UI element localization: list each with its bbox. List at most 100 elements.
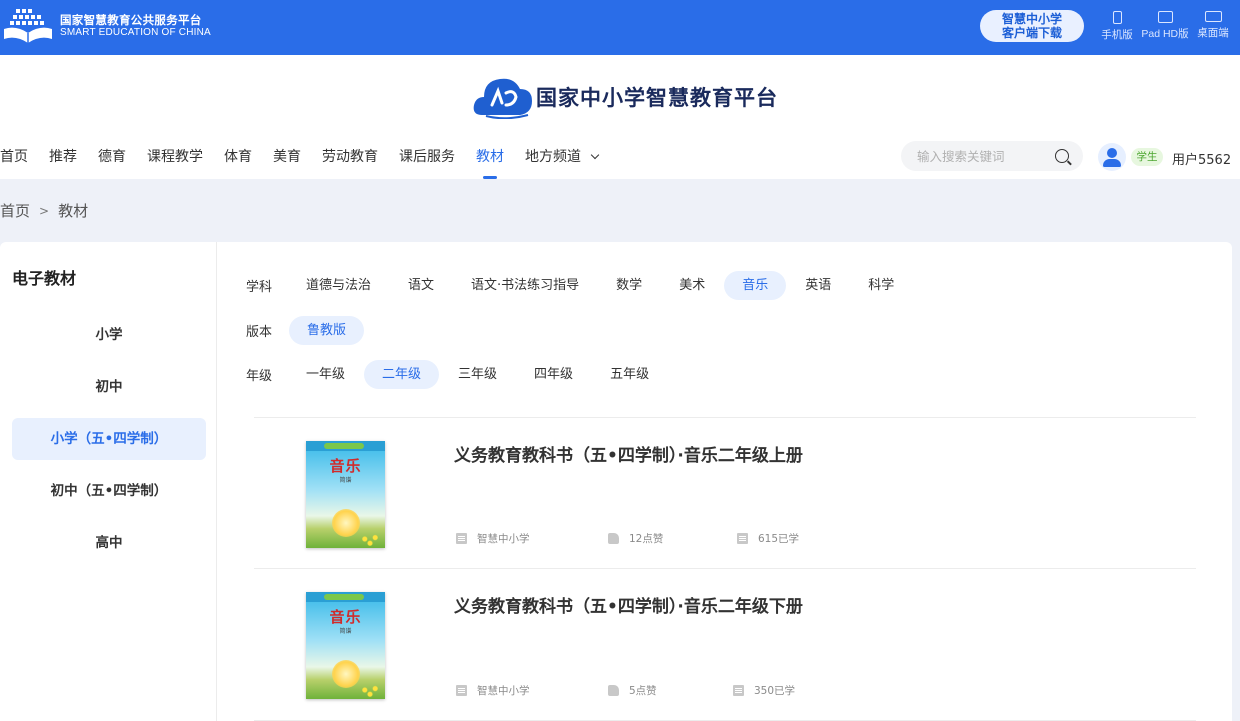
textbook-panel: 电子教材 小学 初中 小学（五•四学制） 初中（五•四学制） 高中 学科 道德与…	[0, 242, 1232, 721]
book-cover[interactable]: 音乐 简谱	[306, 592, 385, 699]
nav-labor[interactable]: 劳动教育	[322, 137, 378, 179]
nav-local-channel[interactable]: 地方频道	[525, 137, 600, 179]
likes-text: 12点赞	[629, 533, 664, 545]
cover-subtitle: 简谱	[339, 628, 352, 635]
grade-chip-3[interactable]: 三年级	[440, 360, 515, 389]
breadcrumb-current: 教材	[58, 202, 89, 220]
book-publisher: 智慧中小学	[456, 531, 530, 546]
learned-text: 615已学	[758, 533, 800, 545]
grade-chip-4[interactable]: 四年级	[516, 360, 591, 389]
edition-filter-row: 版本 鲁教版	[246, 315, 365, 345]
publisher-text: 智慧中小学	[477, 685, 530, 697]
book-cover[interactable]: 音乐 简谱	[306, 441, 385, 548]
nav-local-channel-label: 地方频道	[525, 149, 581, 165]
search-box	[901, 141, 1083, 171]
laptop-icon	[1204, 11, 1222, 22]
flowers-illustration	[357, 532, 383, 546]
cover-strip	[306, 592, 385, 602]
desktop-version-label: 桌面端	[1197, 27, 1229, 39]
likes-text: 5点赞	[629, 685, 657, 697]
main-nav: 首页 推荐 德育 课程教学 体育 美育 劳动教育 课后服务 教材 地方频道	[0, 137, 619, 179]
subject-chip-moral-law[interactable]: 道德与法治	[294, 271, 389, 300]
book-publisher: 智慧中小学	[456, 683, 530, 698]
grade-filter-row: 年级 一年级 二年级 三年级 四年级 五年级	[246, 359, 668, 389]
breadcrumb-separator: >	[39, 203, 50, 218]
sidebar: 电子教材 小学 初中 小学（五•四学制） 初中（五•四学制） 高中	[0, 242, 217, 721]
nav-sports[interactable]: 体育	[224, 137, 252, 179]
subject-chip-music[interactable]: 音乐	[724, 270, 787, 300]
mobile-version-label: 手机版	[1101, 29, 1133, 41]
sidebar-item-primary[interactable]: 小学	[12, 314, 206, 356]
book-title[interactable]: 义务教育教科书（五•四学制）·音乐二年级上册	[454, 441, 803, 466]
nav-textbook[interactable]: 教材	[476, 137, 504, 179]
learned-text: 350已学	[754, 685, 796, 697]
sun-illustration	[332, 660, 360, 688]
book-learned: 350已学	[733, 683, 795, 698]
download-line-1: 智慧中小学	[1001, 12, 1062, 26]
client-download-button[interactable]: 智慧中小学 客户端下载	[980, 10, 1084, 42]
phone-icon	[1112, 11, 1122, 24]
platform-brand[interactable]: 国家中小学智慧教育平台	[472, 75, 778, 120]
sidebar-item-junior-54[interactable]: 初中（五•四学制）	[12, 470, 206, 512]
open-book-logo-icon	[2, 7, 54, 45]
subject-chip-science[interactable]: 科学	[850, 271, 912, 300]
cover-subtitle: 简谱	[339, 477, 352, 484]
username[interactable]: 用户5562	[1172, 149, 1231, 168]
grade-chip-2[interactable]: 二年级	[364, 359, 440, 389]
sidebar-item-junior[interactable]: 初中	[12, 366, 206, 408]
sidebar-title: 电子教材	[12, 269, 77, 288]
smart-education-logo[interactable]: 国家智慧教育公共服务平台 SMART EDUCATION OF CHINA	[2, 7, 211, 45]
pad-version-label: Pad HD版	[1141, 28, 1189, 40]
grade-chip-5[interactable]: 五年级	[592, 360, 667, 389]
download-line-2: 客户端下载	[1001, 26, 1062, 40]
breadcrumb: 首页 > 教材	[0, 200, 88, 221]
pad-version-link[interactable]: Pad HD版	[1138, 11, 1192, 41]
checklist-icon	[733, 685, 744, 696]
cover-strip	[306, 441, 385, 451]
subject-chip-calligraphy[interactable]: 语文·书法练习指导	[453, 271, 597, 300]
subject-chip-chinese[interactable]: 语文	[390, 271, 452, 300]
nav-after-school[interactable]: 课后服务	[399, 137, 455, 179]
nav-arts[interactable]: 美育	[273, 137, 301, 179]
subject-chip-art[interactable]: 美术	[661, 271, 723, 300]
book-likes: 12点赞	[608, 531, 663, 546]
grade-chip-1[interactable]: 一年级	[294, 360, 363, 389]
checklist-icon	[737, 533, 748, 544]
logo-english-text: SMART EDUCATION OF CHINA	[60, 26, 211, 38]
building-icon	[456, 685, 467, 696]
publisher-text: 智慧中小学	[477, 533, 530, 545]
breadcrumb-home[interactable]: 首页	[0, 200, 30, 221]
thumbs-up-icon	[608, 685, 619, 696]
nav-recommend[interactable]: 推荐	[49, 137, 77, 179]
search-icon[interactable]	[1055, 149, 1069, 163]
nav-home[interactable]: 首页	[0, 137, 28, 179]
sidebar-item-primary-54[interactable]: 小学（五•四学制）	[12, 418, 206, 460]
flowers-illustration	[357, 683, 383, 697]
role-badge: 学生	[1131, 148, 1163, 166]
search-input[interactable]	[901, 141, 1041, 171]
mobile-version-link[interactable]: 手机版	[1100, 11, 1134, 42]
sidebar-item-senior[interactable]: 高中	[12, 522, 206, 564]
subject-filter-row: 学科 道德与法治 语文 语文·书法练习指导 数学 美术 音乐 英语 科学	[246, 270, 913, 300]
book-item[interactable]: 音乐 简谱 义务教育教科书（五•四学制）·音乐二年级上册 智慧中小学 12点赞 …	[254, 418, 1196, 568]
book-title[interactable]: 义务教育教科书（五•四学制）·音乐二年级下册	[454, 592, 803, 617]
building-icon	[456, 533, 467, 544]
subject-chip-english[interactable]: 英语	[787, 271, 849, 300]
thumbs-up-icon	[608, 533, 619, 544]
book-learned: 615已学	[737, 531, 799, 546]
subject-chip-math[interactable]: 数学	[598, 271, 660, 300]
sun-illustration	[332, 509, 360, 537]
desktop-version-link[interactable]: 桌面端	[1195, 11, 1231, 40]
user-avatar[interactable]	[1098, 143, 1126, 171]
chevron-down-icon	[591, 150, 600, 160]
nav-course[interactable]: 课程教学	[147, 137, 203, 179]
edition-filter-label: 版本	[246, 324, 273, 340]
cover-title: 音乐	[329, 457, 362, 475]
cover-title: 音乐	[329, 608, 362, 626]
top-bar: 国家智慧教育公共服务平台 SMART EDUCATION OF CHINA 智慧…	[0, 0, 1240, 55]
book-likes: 5点赞	[608, 683, 657, 698]
book-item[interactable]: 音乐 简谱 义务教育教科书（五•四学制）·音乐二年级下册 智慧中小学 5点赞 3…	[254, 569, 1196, 719]
nav-moral[interactable]: 德育	[98, 137, 126, 179]
logo-chinese-text: 国家智慧教育公共服务平台	[60, 12, 202, 27]
edition-chip-lu[interactable]: 鲁教版	[289, 315, 365, 345]
